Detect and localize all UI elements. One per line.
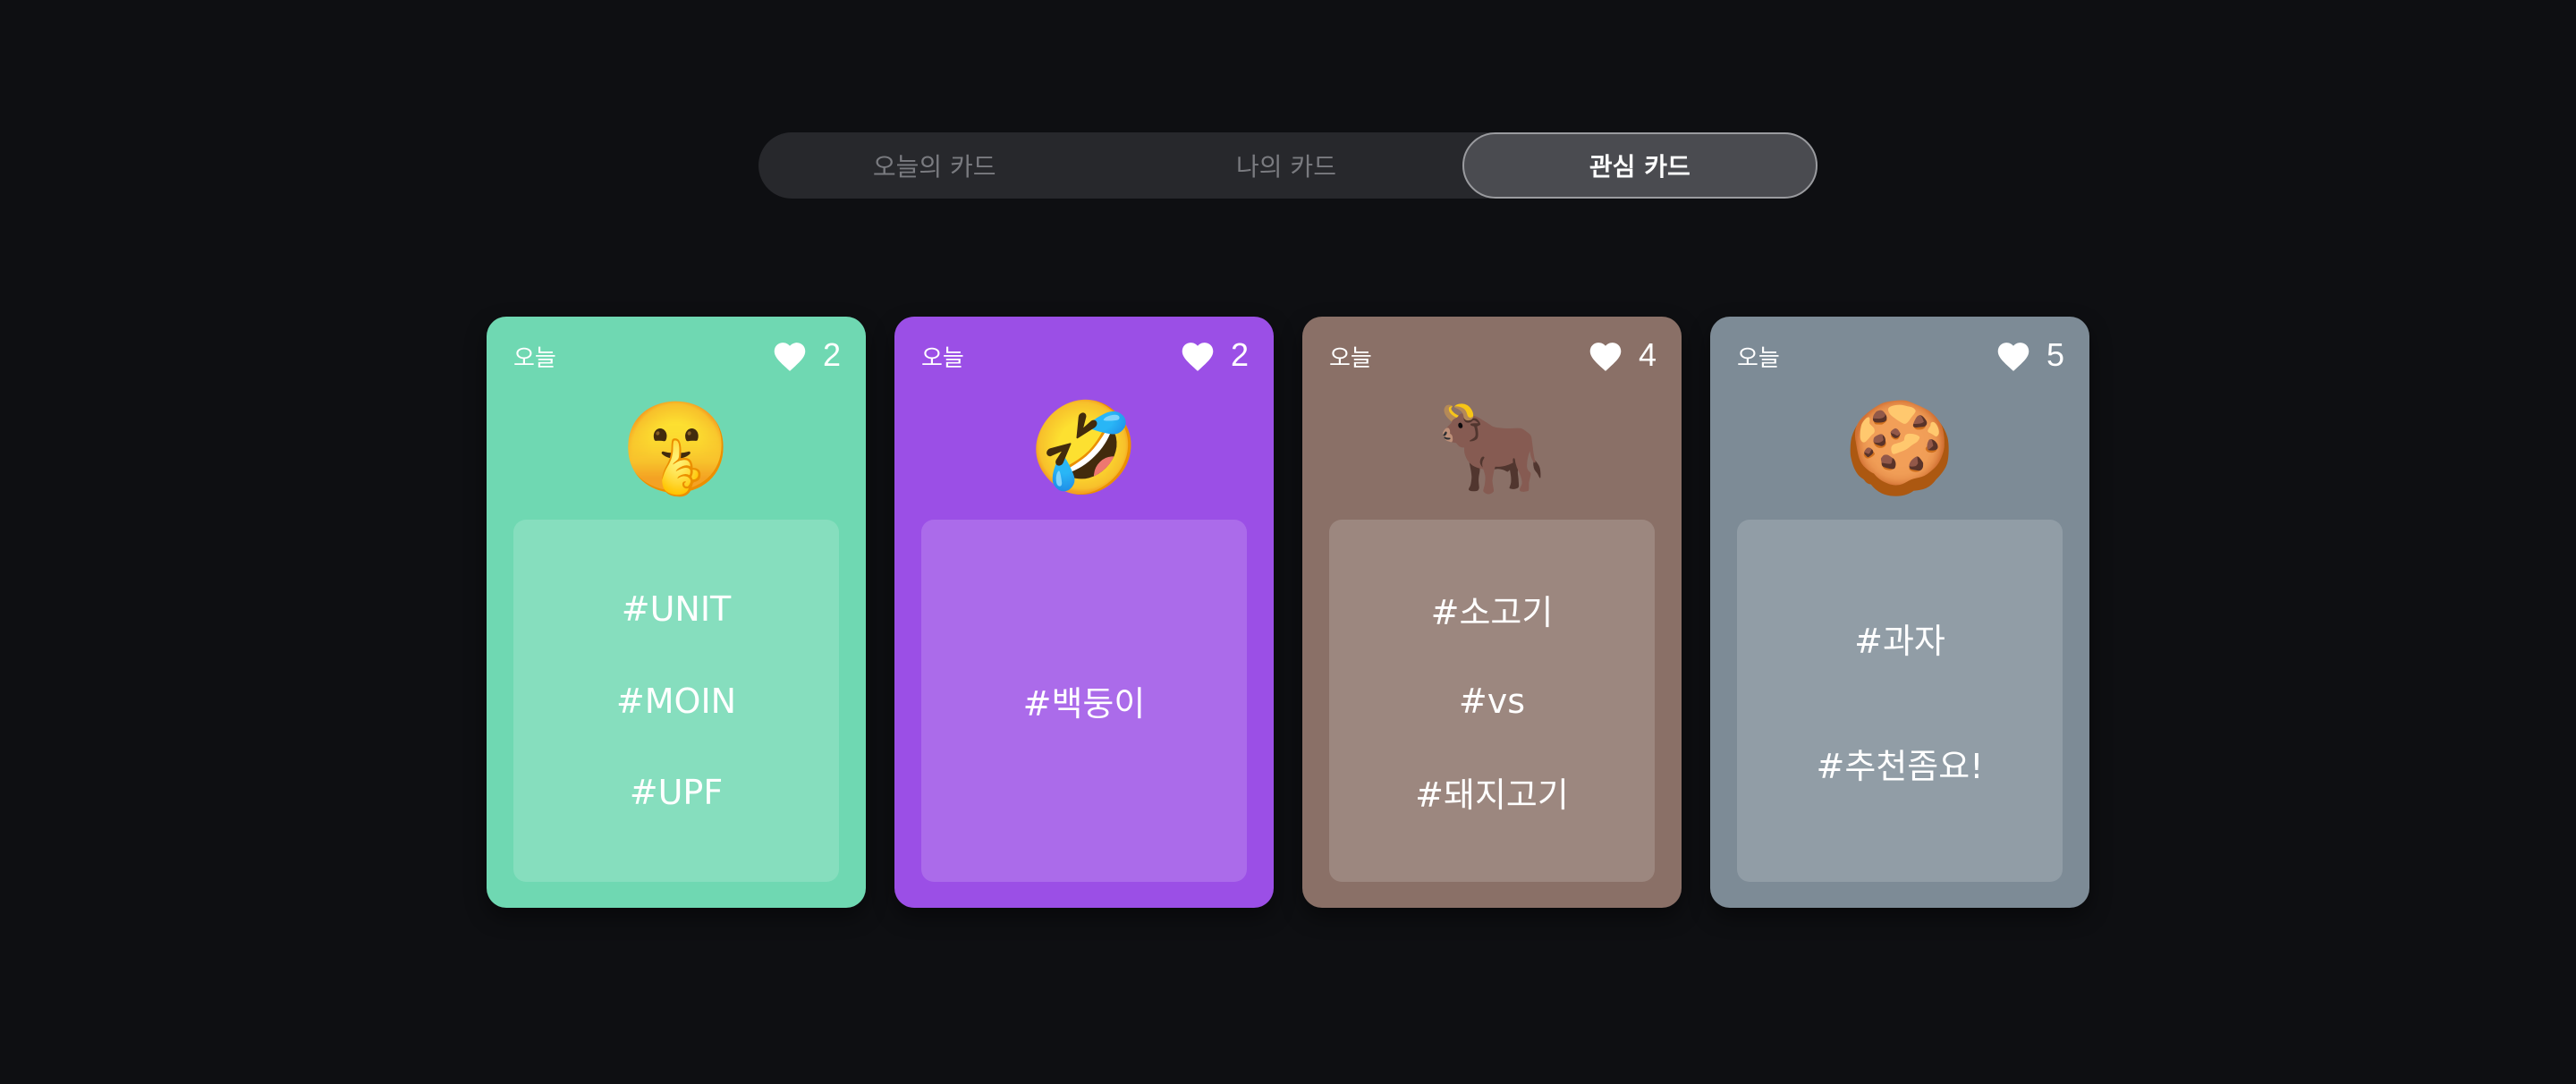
like-button[interactable]: 2: [771, 336, 841, 374]
hashtag: #소고기: [1430, 592, 1554, 632]
like-count: 4: [1638, 336, 1657, 373]
tag-box: #과자 #추천좀요!: [1737, 520, 2063, 882]
card-item[interactable]: 오늘 5 🍪 #과자 #추천좀요!: [1710, 317, 2089, 908]
heart-icon: [1589, 343, 1622, 371]
card-date-label: 오늘: [1329, 345, 1372, 372]
card-date-label: 오늘: [513, 345, 556, 372]
hashtag: #vs: [1458, 681, 1526, 721]
hashtag: #UNIT: [621, 589, 732, 630]
like-count: 2: [1230, 336, 1249, 373]
hashtag: #돼지고기: [1415, 775, 1569, 816]
card-emoji: 🤫: [620, 395, 733, 500]
card-emoji: 🐂: [1436, 395, 1548, 500]
like-button[interactable]: 4: [1587, 336, 1657, 374]
card-item[interactable]: 오늘 2 🤣 #백둥이: [894, 317, 1274, 908]
like-button[interactable]: 5: [1995, 336, 2064, 374]
tab-today-card[interactable]: 오늘의 카드: [758, 132, 1110, 199]
tag-box: #소고기 #vs #돼지고기: [1329, 520, 1655, 882]
tag-box: #UNIT #MOIN #UPF: [513, 520, 839, 882]
hashtag: #추천좀요!: [1816, 747, 1984, 786]
heart-icon: [774, 343, 806, 371]
tab-my-card[interactable]: 나의 카드: [1110, 132, 1462, 199]
hashtag: #백둥이: [1022, 684, 1146, 724]
card-tab-bar: 오늘의 카드 나의 카드 관심 카드: [758, 132, 1818, 199]
like-button[interactable]: 2: [1179, 336, 1249, 374]
card-date-label: 오늘: [921, 345, 964, 372]
tag-box: #백둥이: [921, 520, 1247, 882]
hashtag: #UPF: [629, 772, 724, 812]
card-emoji: 🤣: [1028, 395, 1140, 500]
hashtag: #MOIN: [615, 681, 737, 721]
card-date-label: 오늘: [1737, 345, 1780, 372]
hashtag: #과자: [1854, 622, 1945, 661]
card-item[interactable]: 오늘 2 🤫 #UNIT #MOIN #UPF: [487, 317, 866, 908]
heart-icon: [1182, 343, 1214, 371]
like-count: 5: [2046, 336, 2064, 373]
tab-interest-card[interactable]: 관심 카드: [1462, 132, 1818, 199]
like-count: 2: [822, 336, 841, 373]
heart-icon: [1997, 343, 2029, 371]
card-list: 오늘 2 🤫 #UNIT #MOIN #UPF 오늘 2 🤣 #백둥이 오늘 4…: [487, 317, 2089, 908]
card-item[interactable]: 오늘 4 🐂 #소고기 #vs #돼지고기: [1302, 317, 1682, 908]
card-emoji: 🍪: [1843, 395, 1956, 500]
